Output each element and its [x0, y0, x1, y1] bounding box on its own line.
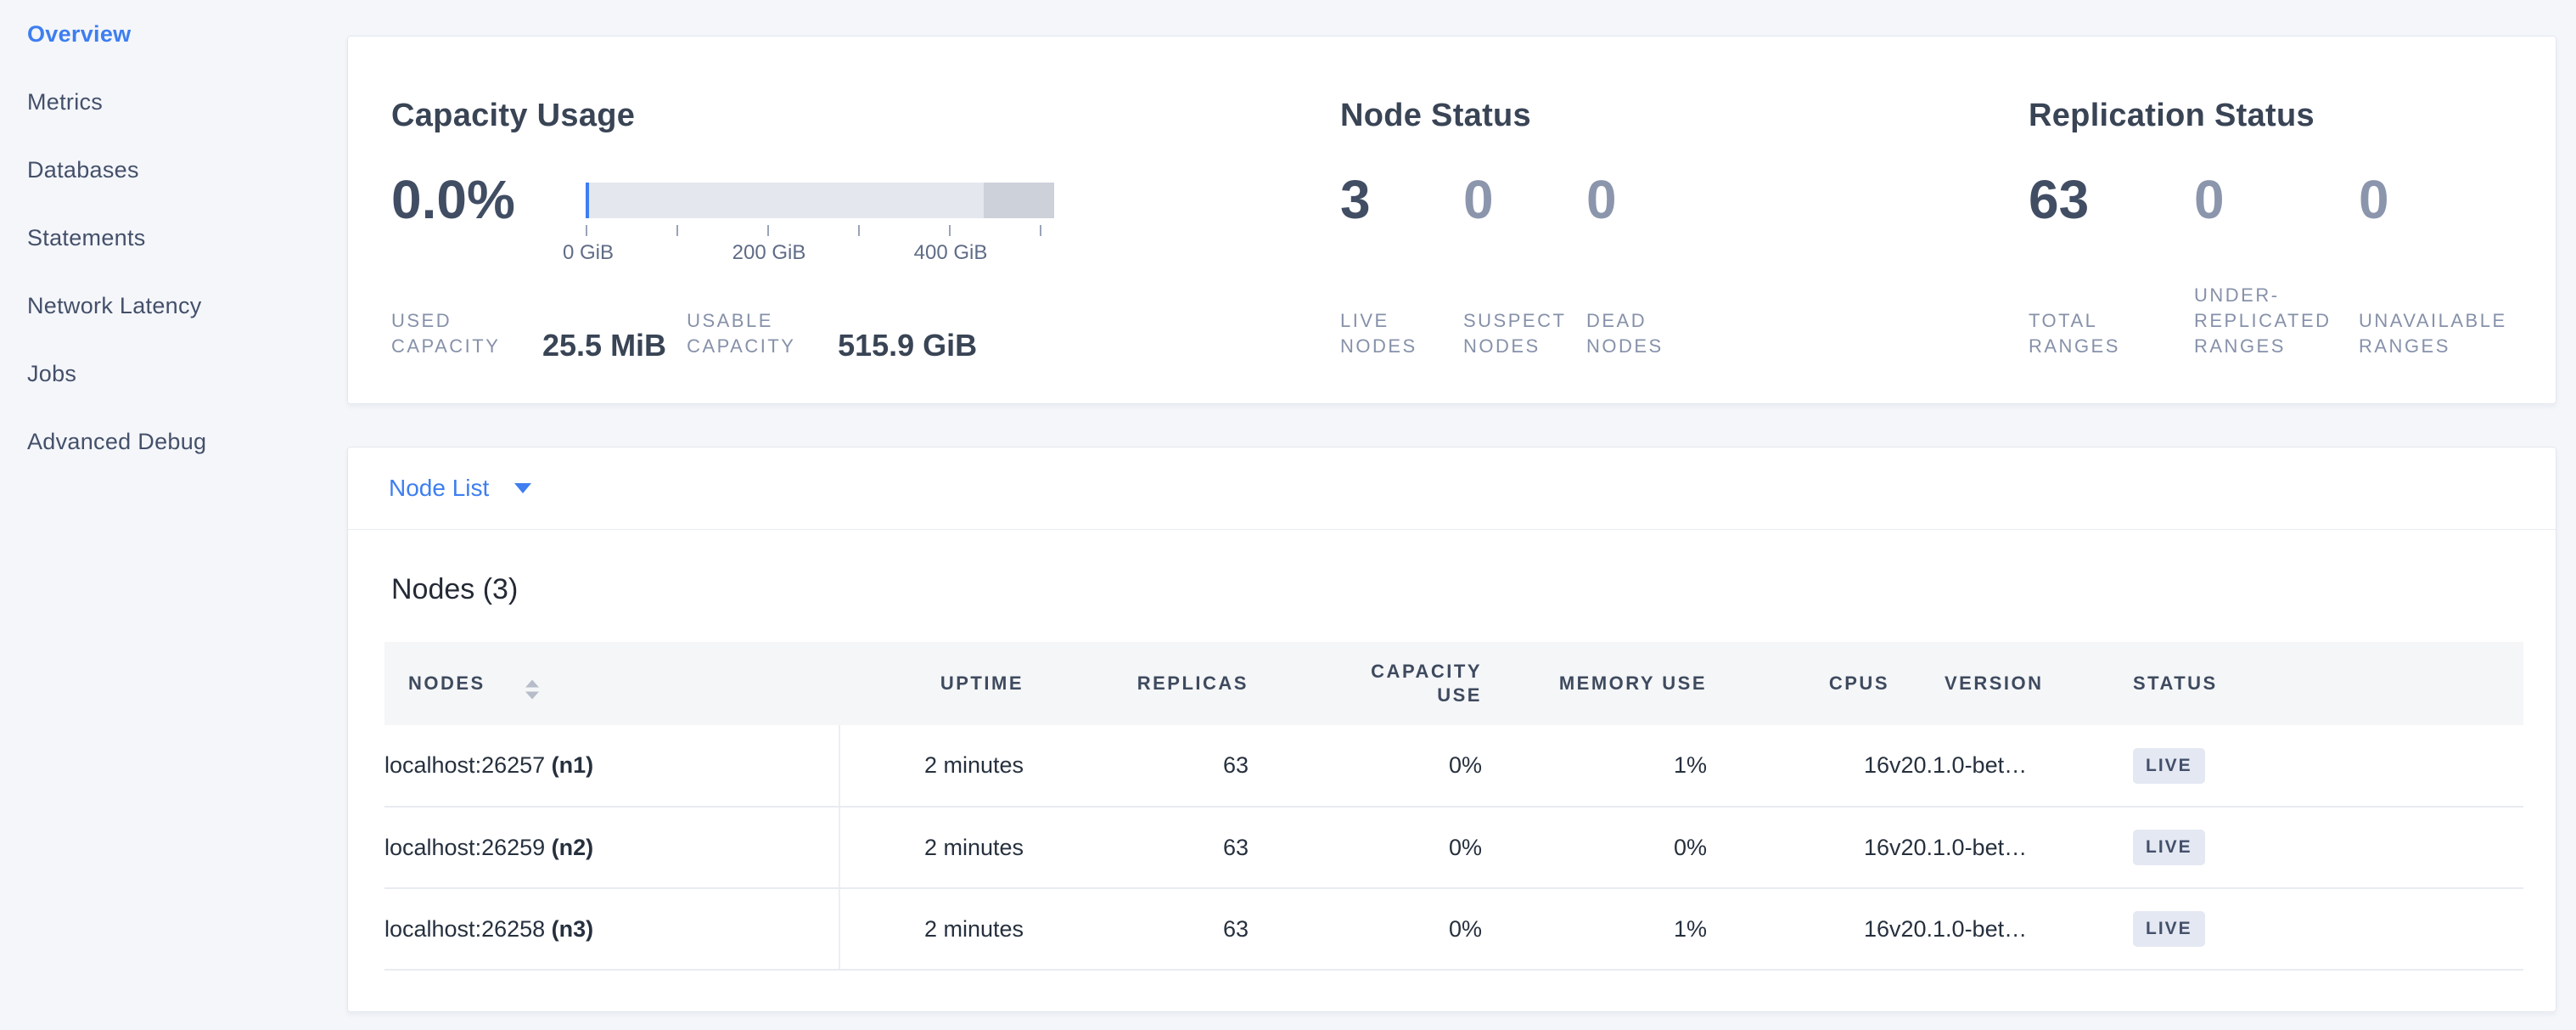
column-header-memory-use[interactable]: MEMORY USE — [1482, 642, 1707, 725]
replication-status-title: Replication Status — [2029, 98, 2315, 134]
capacity-usage-title: Capacity Usage — [391, 98, 635, 134]
column-header-nodes[interactable]: NODES — [384, 642, 839, 725]
axis-tick — [676, 225, 678, 236]
used-capacity-stat: USED CAPACITY 25.5 MiB — [391, 308, 687, 359]
under-replicated-ranges-label: UNDER-REPLICATED RANGES — [2194, 283, 2359, 359]
replicas-cell: 63 — [1024, 888, 1249, 970]
uptime-cell: 2 minutes — [839, 888, 1024, 970]
cluster-overview-page: Overview Metrics Databases Statements Ne… — [0, 0, 2576, 1030]
usable-capacity-stat: USABLE CAPACITY 515.9 GiB — [687, 308, 997, 359]
version-cell: v20.1.0-bet… — [1889, 888, 2133, 970]
status-badge: LIVE — [2133, 748, 2205, 784]
capacity-stats: USED CAPACITY 25.5 MiB USABLE CAPACITY 5… — [391, 308, 997, 359]
column-header-capacity-use[interactable]: CAPACITY USE — [1249, 642, 1482, 725]
node-status-section: Node Status 3 0 0 LIVE NODES SUSPECT NOD… — [1340, 37, 1934, 403]
unavailable-ranges-label: UNAVAILABLE RANGES — [2359, 308, 2528, 359]
table-row-node-3[interactable]: localhost:26258 (n3) 2 minutes 63 0% 1% … — [384, 888, 2523, 970]
sidebar-item-metrics[interactable]: Metrics — [0, 68, 347, 136]
status-cell: LIVE — [2133, 725, 2523, 807]
replicas-cell: 63 — [1024, 725, 1249, 807]
status-cell: LIVE — [2133, 888, 2523, 970]
status-badge: LIVE — [2133, 830, 2205, 865]
cpus-cell: 16 — [1707, 725, 1889, 807]
node-address-cell[interactable]: localhost:26258 (n3) — [384, 888, 839, 970]
sidebar-item-network-latency[interactable]: Network Latency — [0, 272, 347, 340]
axis-tick — [1040, 225, 1041, 236]
replication-labels: TOTAL RANGES UNDER-REPLICATED RANGES UNA… — [2029, 283, 2528, 359]
table-row-node-2[interactable]: localhost:26259 (n2) 2 minutes 63 0% 0% … — [384, 807, 2523, 888]
total-ranges-label: TOTAL RANGES — [2029, 308, 2194, 359]
replication-values: 63 0 0 — [2029, 167, 2528, 232]
live-nodes-count: 3 — [1340, 167, 1463, 232]
capacity-use-cell: 0% — [1249, 888, 1482, 970]
axis-tick-label: 0 GiB — [563, 240, 614, 266]
table-row-node-1[interactable]: localhost:26257 (n1) 2 minutes 63 0% 1% … — [384, 725, 2523, 807]
cluster-summary-card: Capacity Usage 0.0% 0 GiB 200 GiB 400 Gi… — [347, 36, 2556, 404]
dead-nodes-count: 0 — [1586, 167, 1709, 232]
nodes-table: NODES UPTIME REPLICAS CAPACITY USE MEMOR… — [384, 642, 2523, 971]
replication-status-section: Replication Status 63 0 0 TOTAL RANGES U… — [2029, 37, 2546, 403]
memory-use-cell: 1% — [1482, 725, 1707, 807]
node-list-dropdown-label: Node List — [389, 475, 489, 502]
sidebar-item-jobs[interactable]: Jobs — [0, 340, 347, 408]
axis-tick — [586, 225, 587, 236]
axis-tick — [949, 225, 951, 236]
cpus-cell: 16 — [1707, 888, 1889, 970]
replicas-cell: 63 — [1024, 807, 1249, 888]
uptime-cell: 2 minutes — [839, 807, 1024, 888]
sidebar-item-statements[interactable]: Statements — [0, 204, 347, 272]
suspect-nodes-label: SUSPECT NODES — [1463, 308, 1586, 359]
suspect-nodes-count: 0 — [1463, 167, 1586, 232]
axis-tick — [858, 225, 860, 236]
column-header-uptime[interactable]: UPTIME — [839, 642, 1024, 725]
capacity-usage-section: Capacity Usage 0.0% 0 GiB 200 GiB 400 Gi… — [391, 37, 1291, 403]
nodes-heading: Nodes (3) — [391, 569, 2556, 610]
node-address-cell[interactable]: localhost:26257 (n1) — [384, 725, 839, 807]
axis-tick-label: 200 GiB — [732, 240, 806, 266]
total-ranges-count: 63 — [2029, 167, 2194, 232]
sort-icon[interactable] — [525, 680, 540, 700]
uptime-cell: 2 minutes — [839, 725, 1024, 807]
axis-tick-label: 400 GiB — [914, 240, 988, 266]
nodes-table-header-row: NODES UPTIME REPLICAS CAPACITY USE MEMOR… — [384, 642, 2523, 725]
column-header-replicas[interactable]: REPLICAS — [1024, 642, 1249, 725]
under-replicated-ranges-count: 0 — [2194, 167, 2359, 232]
unavailable-ranges-count: 0 — [2359, 167, 2528, 232]
cpus-cell: 16 — [1707, 807, 1889, 888]
node-status-labels: LIVE NODES SUSPECT NODES DEAD NODES — [1340, 308, 1709, 359]
version-cell: v20.1.0-bet… — [1889, 807, 2133, 888]
usable-capacity-label: USABLE CAPACITY — [687, 308, 816, 359]
node-address-cell[interactable]: localhost:26259 (n2) — [384, 807, 839, 888]
capacity-bar-reserved-segment — [984, 183, 1054, 218]
node-list-dropdown[interactable]: Node List — [348, 447, 2556, 530]
capacity-bar-used-segment — [586, 183, 589, 218]
sidebar: Overview Metrics Databases Statements Ne… — [0, 0, 347, 1030]
node-status-title: Node Status — [1340, 98, 1531, 134]
usable-capacity-value: 515.9 GiB — [838, 329, 977, 362]
used-capacity-label: USED CAPACITY — [391, 308, 520, 359]
sidebar-item-advanced-debug[interactable]: Advanced Debug — [0, 408, 347, 476]
column-header-cpus[interactable]: CPUS — [1707, 642, 1889, 725]
version-cell: v20.1.0-bet… — [1889, 725, 2133, 807]
capacity-use-cell: 0% — [1249, 807, 1482, 888]
sidebar-item-overview[interactable]: Overview — [0, 0, 347, 68]
sidebar-item-databases[interactable]: Databases — [0, 136, 347, 204]
live-nodes-label: LIVE NODES — [1340, 308, 1463, 359]
node-status-values: 3 0 0 — [1340, 167, 1709, 232]
memory-use-cell: 1% — [1482, 888, 1707, 970]
status-badge: LIVE — [2133, 911, 2205, 947]
status-cell: LIVE — [2133, 807, 2523, 888]
capacity-bar — [586, 183, 1054, 218]
capacity-used-percent: 0.0% — [391, 167, 515, 232]
chevron-down-icon — [514, 483, 531, 493]
node-list-card: Node List Nodes (3) NODES UPTIME REPLI — [347, 447, 2556, 1012]
memory-use-cell: 0% — [1482, 807, 1707, 888]
column-header-status[interactable]: STATUS — [2133, 642, 2523, 725]
dead-nodes-label: DEAD NODES — [1586, 308, 1709, 359]
capacity-use-cell: 0% — [1249, 725, 1482, 807]
column-header-version[interactable]: VERSION — [1889, 642, 2133, 725]
axis-tick — [767, 225, 769, 236]
used-capacity-value: 25.5 MiB — [542, 329, 666, 362]
